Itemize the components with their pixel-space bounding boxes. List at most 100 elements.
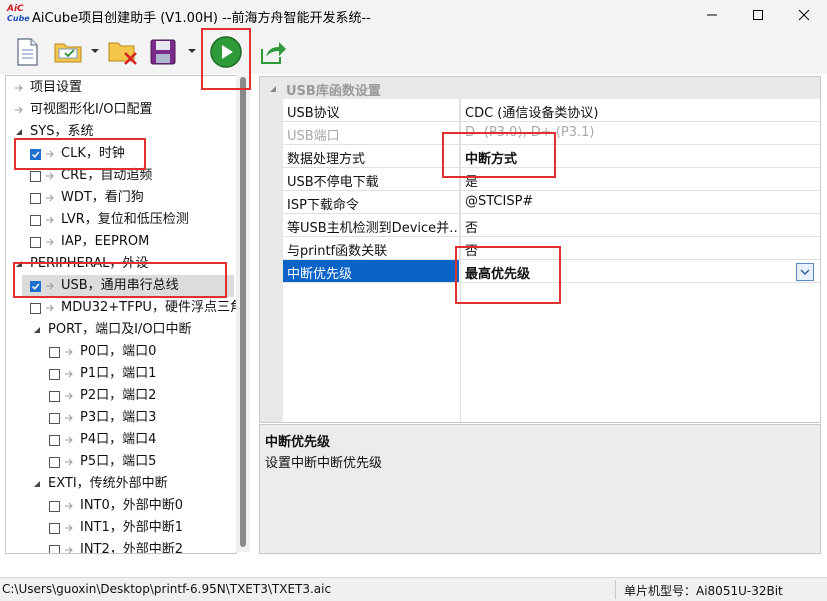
tree-item-int0[interactable]: INT0，外部中断0	[49, 495, 183, 517]
tree-item-project-settings[interactable]: 项目设置	[14, 77, 82, 99]
description-text: 设置中断中断优先级	[265, 456, 383, 471]
checkbox-unchecked[interactable]	[49, 456, 60, 468]
grid-value[interactable]: CDC (通信设备类协议)	[465, 102, 598, 121]
checkbox-unchecked[interactable]	[49, 522, 60, 534]
tree-item-int1[interactable]: INT1，外部中断1	[49, 517, 183, 539]
tree-item-io-config[interactable]: 可视图形化I/O口配置	[14, 99, 152, 121]
tree-item-label: PORT，端口及I/O口中断	[48, 322, 192, 337]
annotation-box-usb	[13, 262, 227, 298]
annotation-box-data-mode	[442, 132, 556, 178]
new-document-icon	[17, 38, 38, 66]
tree-item-p2[interactable]: P2口，端口2	[49, 385, 156, 407]
checkbox-unchecked[interactable]	[49, 390, 60, 402]
tree-item-label: 项目设置	[30, 80, 83, 95]
tree-group-port[interactable]: PORT，端口及I/O口中断	[32, 319, 192, 341]
arrow-right-icon	[65, 458, 73, 466]
tree-item-p4[interactable]: P4口，端口4	[49, 429, 156, 451]
tree-item-lvr[interactable]: LVR，复位和低压检测	[30, 209, 189, 231]
grid-category-title: USB库函数设置	[286, 84, 381, 99]
collapse-triangle-icon[interactable]	[14, 127, 24, 137]
tree-item-label: P5口，端口5	[80, 454, 157, 469]
tree-item-label: P0口，端口0	[80, 344, 157, 359]
new-project-button[interactable]	[10, 34, 44, 70]
tree-item-label: LVR，复位和低压检测	[61, 212, 189, 227]
open-folder-icon	[54, 43, 82, 63]
description-title: 中断优先级	[265, 435, 331, 450]
save-project-button[interactable]	[146, 34, 180, 70]
grid-key: USB端口	[287, 129, 340, 144]
checkbox-unchecked[interactable]	[49, 412, 60, 424]
tree-item-label: IAP，EEPROM	[61, 234, 150, 249]
save-disk-icon	[150, 39, 176, 65]
tree-item-int2[interactable]: INT2，外部中断2	[49, 539, 184, 554]
save-dropdown-arrow[interactable]	[187, 46, 197, 56]
tree-item-iap[interactable]: IAP，EEPROM	[30, 231, 149, 253]
grid-value[interactable]: 否	[465, 217, 478, 236]
tree-item-mdu32[interactable]: MDU32+TFPU，硬件浮点三角	[30, 297, 237, 319]
grid-row-wait-host[interactable]: 等USB主机检测到Device并… 否	[283, 214, 820, 237]
checkbox-unchecked[interactable]	[30, 236, 41, 248]
close-icon	[798, 9, 810, 21]
logo-top-text: AiC	[7, 4, 24, 14]
delete-folder-icon	[108, 42, 137, 65]
app-logo: AiC Cube	[6, 4, 30, 26]
tree-item-p1[interactable]: P1口，端口1	[49, 363, 156, 385]
status-file-path: C:\Users\guoxin\Desktop\printf-6.95N\TXE…	[2, 582, 332, 596]
checkbox-unchecked[interactable]	[49, 434, 60, 446]
tree-item-p5[interactable]: P5口，端口5	[49, 451, 156, 473]
checkbox-unchecked[interactable]	[30, 170, 41, 182]
window-title: AiCube项目创建助手 (V1.00H) --前海方舟智能开发系统--	[32, 11, 371, 26]
close-button[interactable]	[781, 0, 827, 30]
open-dropdown-arrow[interactable]	[90, 46, 100, 56]
arrow-right-icon	[65, 414, 73, 422]
grid-key: ISP下载命令	[287, 198, 359, 213]
grid-category-header[interactable]: USB库函数设置	[260, 77, 820, 99]
checkbox-unchecked[interactable]	[49, 544, 60, 553]
arrow-right-icon	[65, 436, 73, 444]
tree-item-label: MDU32+TFPU，硬件浮点三角	[61, 300, 237, 315]
grid-row-usb-protocol[interactable]: USB协议 CDC (通信设备类协议)	[283, 99, 820, 122]
checkbox-unchecked[interactable]	[30, 192, 41, 204]
tree-item-p3[interactable]: P3口，端口3	[49, 407, 156, 429]
checkbox-unchecked[interactable]	[49, 500, 60, 512]
tree-item-label: INT2，外部中断2	[80, 542, 184, 554]
tree-group-exti[interactable]: EXTI，传统外部中断	[32, 473, 168, 495]
export-button[interactable]	[256, 34, 290, 70]
arrow-right-icon	[65, 370, 73, 378]
title-bar: AiC Cube AiCube项目创建助手 (V1.00H) --前海方舟智能开…	[0, 0, 827, 30]
minimize-button[interactable]	[689, 0, 735, 30]
arrow-right-icon	[65, 392, 73, 400]
checkbox-unchecked[interactable]	[30, 214, 41, 226]
annotation-box-priority	[455, 246, 561, 304]
checkbox-unchecked[interactable]	[49, 368, 60, 380]
scrollbar-thumb[interactable]	[240, 77, 246, 547]
checkbox-unchecked[interactable]	[30, 302, 41, 314]
arrow-right-icon	[46, 194, 54, 202]
toolbar	[0, 30, 827, 74]
delete-project-button[interactable]	[106, 34, 140, 70]
tree-item-label: WDT，看门狗	[61, 190, 144, 205]
tree-item-p0[interactable]: P0口，端口0	[49, 341, 156, 363]
grid-value[interactable]: @STCISP#	[465, 194, 533, 209]
logo-bottom-text: Cube	[7, 14, 30, 23]
collapse-triangle-icon[interactable]	[32, 479, 42, 489]
collapse-triangle-icon[interactable]	[32, 325, 42, 335]
tree-item-wdt[interactable]: WDT，看门狗	[30, 187, 144, 209]
open-project-button[interactable]	[52, 34, 86, 70]
arrow-right-icon	[15, 106, 23, 114]
collapse-triangle-icon[interactable]	[268, 84, 278, 94]
grid-row-isp-command[interactable]: ISP下载命令 @STCISP#	[283, 191, 820, 214]
arrow-right-icon	[65, 348, 73, 356]
tree-scrollbar[interactable]	[236, 75, 250, 552]
arrow-right-icon	[46, 172, 54, 180]
status-mcu-model: 单片机型号：Ai8051U-32Bit	[624, 584, 783, 598]
grid-key: 等USB主机检测到Device并…	[287, 221, 457, 236]
checkbox-unchecked[interactable]	[49, 346, 60, 358]
maximize-button[interactable]	[735, 0, 781, 30]
grid-key: 数据处理方式	[287, 152, 366, 167]
chevron-down-icon	[800, 269, 810, 275]
annotation-box-clk	[14, 138, 146, 170]
grid-key: 中断优先级	[287, 267, 353, 282]
minimize-icon	[707, 14, 717, 16]
priority-dropdown-button[interactable]	[796, 263, 814, 281]
